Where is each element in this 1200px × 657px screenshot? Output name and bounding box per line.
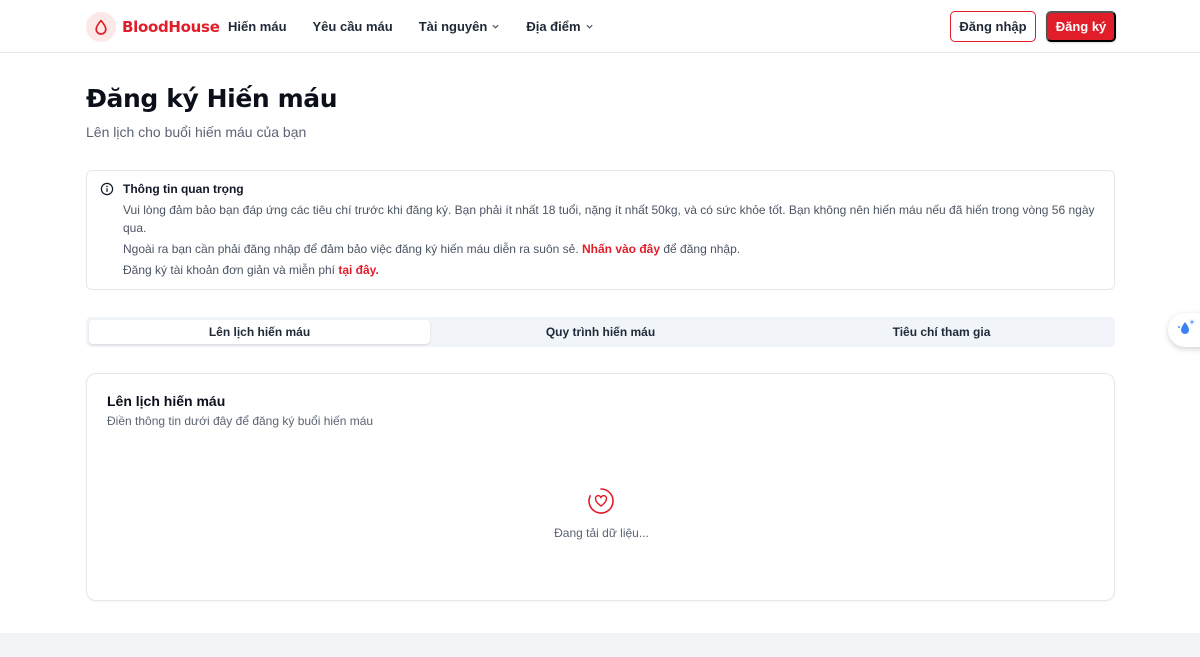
info-body: Vui lòng đảm bảo bạn đáp ứng các tiêu ch… <box>123 201 1103 282</box>
info-login-text: Ngoài ra bạn cần phải đăng nhập để đảm b… <box>123 240 1103 258</box>
tab-list: Lên lịch hiến máu Quy trình hiến máu Tiê… <box>86 317 1115 347</box>
tab-schedule-donation[interactable]: Lên lịch hiến máu <box>89 320 430 344</box>
card-title: Lên lịch hiến máu <box>107 393 226 409</box>
info-login-prefix: Ngoài ra bạn cần phải đăng nhập để đảm b… <box>123 242 579 256</box>
footer <box>0 633 1200 657</box>
tab-donation-process[interactable]: Quy trình hiến máu <box>430 320 771 344</box>
info-register-prefix: Đăng ký tài khoản đơn giản và miễn phí <box>123 263 335 277</box>
nav-item-dia-diem[interactable]: Địa điểm <box>526 19 593 34</box>
nav-item-tai-nguyen[interactable]: Tài nguyên <box>419 19 501 34</box>
nav-item-label: Địa điểm <box>526 19 581 34</box>
loading-text: Đang tải dữ liệu... <box>554 526 649 540</box>
nav-item-label: Tài nguyên <box>418 19 488 34</box>
main-nav: Hiến máu Yêu cầu máu Tài nguyên Địa điểm <box>228 0 620 53</box>
blood-drop-icon <box>86 12 116 42</box>
register-here-link[interactable]: tại đây. <box>338 263 378 277</box>
tab-eligibility-criteria[interactable]: Tiêu chí tham gia <box>771 320 1112 344</box>
register-button[interactable]: Đăng ký <box>1046 11 1116 42</box>
info-login-suffix: để đăng nhập. <box>663 242 741 256</box>
heart-spinner-icon <box>587 487 615 520</box>
info-circle-icon <box>100 182 114 201</box>
brand-logo-link[interactable]: BloodHouse <box>86 12 220 42</box>
nav-item-label: Yêu cầu máu <box>312 19 393 34</box>
info-title: Thông tin quan trọng <box>123 182 244 196</box>
top-navbar: BloodHouse Hiến máu Yêu cầu máu Tài nguy… <box>0 0 1200 53</box>
nav-item-label: Hiến máu <box>228 19 287 34</box>
water-drop-sparkle-icon <box>1176 318 1198 343</box>
floating-assistant-button[interactable] <box>1168 313 1200 347</box>
card-description: Điền thông tin dưới đây để đăng ký buổi … <box>107 414 374 428</box>
important-info-alert: Thông tin quan trọng Vui lòng đảm bảo bạ… <box>86 170 1115 290</box>
info-eligibility-text: Vui lòng đảm bảo bạn đáp ứng các tiêu ch… <box>123 203 1095 235</box>
schedule-card: Lên lịch hiến máu Điền thông tin dưới đâ… <box>86 373 1115 601</box>
info-register-text: Đăng ký tài khoản đơn giản và miễn phí t… <box>123 261 1103 279</box>
nav-item-hien-mau[interactable]: Hiến máu <box>228 19 287 34</box>
brand-name: BloodHouse <box>122 18 220 36</box>
page-subtitle: Lên lịch cho buổi hiến máu của bạn <box>86 124 307 140</box>
login-here-link[interactable]: Nhấn vào đây <box>582 242 660 256</box>
nav-item-yeu-cau-mau[interactable]: Yêu cầu máu <box>313 19 393 34</box>
chevron-down-icon <box>585 22 594 31</box>
login-button[interactable]: Đăng nhập <box>950 11 1036 42</box>
chevron-down-icon <box>491 22 500 31</box>
page-title: Đăng ký Hiến máu <box>86 84 338 113</box>
